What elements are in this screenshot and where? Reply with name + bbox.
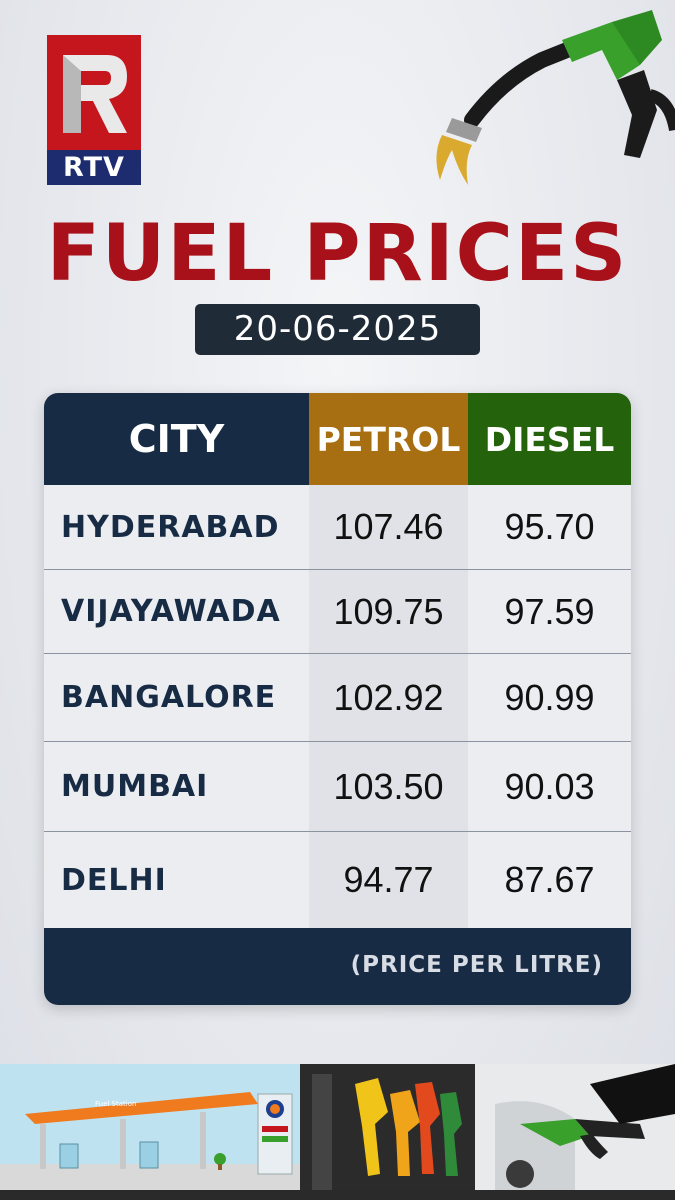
city-name: VIJAYAWADA [61,594,281,629]
header-city: CITY [44,393,309,485]
bottom-image-strip: Fuel Station [0,1064,675,1190]
petrol-price: 109.75 [309,570,468,653]
rtv-logo: RTV [47,35,141,185]
city-name: MUMBAI [61,769,209,804]
city-name: BANGALORE [61,680,277,715]
table-row: MUMBAI 103.50 90.03 [44,742,631,831]
petrol-price: 103.50 [309,742,468,831]
diesel-price: 97.59 [504,590,595,632]
station-sign: Fuel Station [95,1100,136,1108]
petrol-price: 107.46 [309,485,468,569]
diesel-price: 87.67 [504,859,595,900]
table-footer: (PRICE PER LITRE) [44,928,631,1005]
fuel-pumps-icon [300,1064,475,1190]
header-diesel: DIESEL [468,393,631,485]
diesel-price: 90.99 [504,676,595,718]
header-petrol: PETROL [309,393,468,485]
price-table: CITY PETROL DIESEL HYDERABAD 107.46 95.7… [44,393,631,1005]
logo-r-mark [47,35,141,150]
table-row: DELHI 94.77 87.67 [44,832,631,928]
petrol-price: 94.77 [309,832,468,928]
fuel-station-icon: Fuel Station [0,1064,300,1190]
diesel-price: 90.03 [504,765,595,807]
table-row: VIJAYAWADA 109.75 97.59 [44,570,631,653]
unit-note: (PRICE PER LITRE) [350,952,603,978]
bottom-bar [0,1190,675,1200]
table-row: HYDERABAD 107.46 95.70 [44,485,631,569]
logo-text: RTV [47,150,141,185]
city-name: HYDERABAD [61,509,280,545]
petrol-price: 102.92 [309,654,468,741]
diesel-price: 95.70 [504,506,595,547]
car-refuel-icon [475,1064,675,1190]
date-badge: 20-06-2025 [195,304,480,355]
fuel-nozzle-icon [436,10,675,185]
table-row: BANGALORE 102.92 90.99 [44,654,631,741]
city-name: DELHI [61,862,167,898]
page-title: FUEL PRICES [46,209,629,299]
